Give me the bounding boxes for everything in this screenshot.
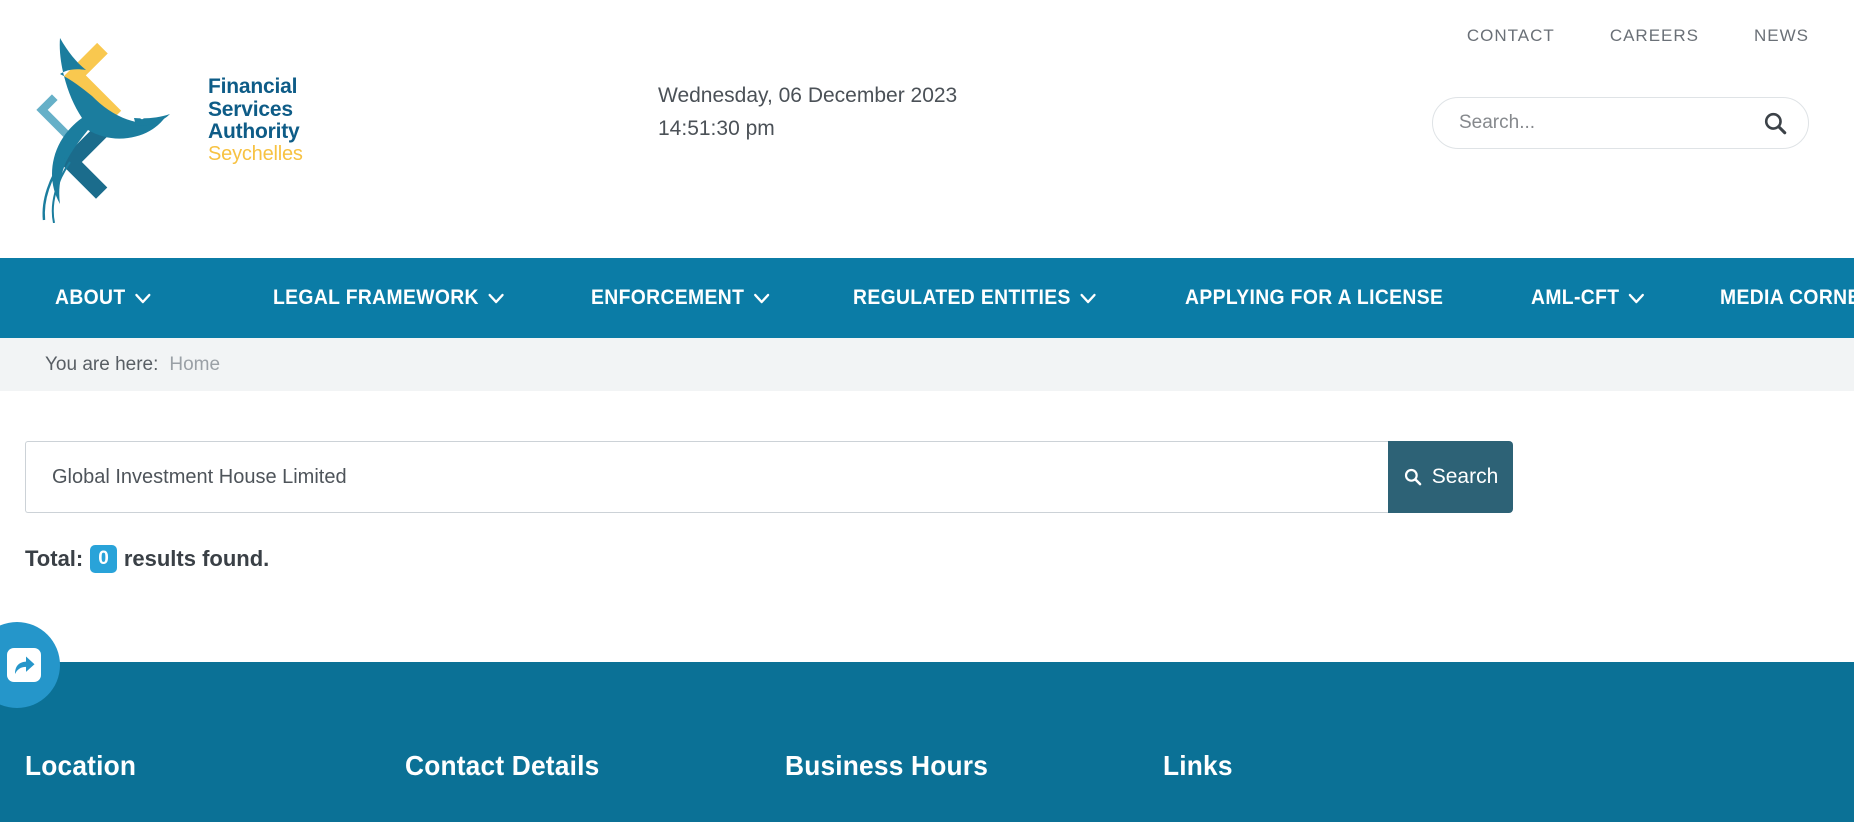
top-link-news[interactable]: NEWS [1754,26,1809,46]
nav-item-label: AML-CFT [1531,286,1620,309]
nav-item-label: LEGAL FRAMEWORK [272,286,479,309]
search-button-label: Search [1431,465,1499,488]
nav-item-label: ENFORCEMENT [591,286,745,309]
main-navigation: ABOUT LEGAL FRAMEWORK ENFORCEMENT REGULA… [0,258,1854,338]
results-count-badge: 0 [90,545,117,573]
breadcrumb-item-home[interactable]: Home [169,354,220,376]
chevron-down-icon [1080,293,1096,303]
nav-item-label: APPLYING FOR A LICENSE [1184,286,1443,309]
logo-wordmark: Financial Services Authority Seychelles [208,75,303,166]
site-logo[interactable]: Financial Services Authority Seychelles [30,18,320,228]
current-date: Wednesday, 06 December 2023 [658,84,958,107]
nav-item-label: MEDIA CORNER [1720,286,1854,309]
site-footer: Location Contact Details Business Hours … [0,622,1854,822]
breadcrumb: You are here: Home [0,338,1854,391]
search-button[interactable]: Search [1388,441,1513,513]
nav-item-legal-framework[interactable]: LEGAL FRAMEWORK [273,286,504,310]
main-content: Search Total: 0 results found. [0,391,1854,662]
current-datetime: Wednesday, 06 December 2023 14:51:30 pm [658,80,957,145]
search-form: Search [25,441,1513,513]
results-prefix: Total: [25,545,84,571]
breadcrumb-label: You are here: [45,353,159,375]
footer-heading-contact-details: Contact Details [405,750,600,781]
footer-columns: Location Contact Details Business Hours … [0,750,1854,782]
footer-heading-business-hours: Business Hours [785,750,989,781]
chevron-down-icon [1629,293,1645,303]
nav-item-regulated-entities[interactable]: REGULATED ENTITIES [853,286,1096,310]
bird-diamond-logo-icon [36,38,170,223]
header-search-box[interactable] [1432,97,1809,149]
top-link-contact[interactable]: CONTACT [1467,26,1555,46]
results-suffix: results found. [123,545,270,571]
footer-column-location: Location [25,750,405,782]
chevron-down-icon [135,293,151,303]
search-input[interactable] [52,465,1362,489]
footer-column-business-hours: Business Hours [785,750,1163,782]
current-time: 14:51:30 pm [658,116,775,140]
nav-item-applying-for-a-license[interactable]: APPLYING FOR A LICENSE [1185,286,1443,310]
logo-line-2: Services [208,97,293,121]
site-header: Financial Services Authority Seychelles … [0,0,1854,258]
logo-line-1: Financial [208,75,298,98]
footer-column-links: Links [1163,750,1543,782]
nav-item-label: ABOUT [55,286,126,309]
nav-item-about[interactable]: ABOUT [55,286,151,310]
nav-item-aml-cft[interactable]: AML-CFT [1531,286,1645,310]
search-icon [1404,468,1422,486]
chevron-down-icon [754,293,770,303]
top-link-careers[interactable]: CAREERS [1610,26,1699,46]
search-input-wrapper[interactable] [25,441,1388,513]
utility-nav: CONTACT CAREERS NEWS [1467,26,1809,46]
nav-item-media-corner[interactable]: MEDIA CORNER [1720,286,1854,310]
footer-column-contact-details: Contact Details [405,750,785,782]
nav-item-enforcement[interactable]: ENFORCEMENT [591,286,770,310]
logo-line-3: Authority [208,120,300,144]
share-arrow-icon [7,648,41,682]
footer-heading-location: Location [25,750,137,781]
header-search-input[interactable] [1459,112,1762,134]
chevron-down-icon [488,293,504,303]
nav-item-label: REGULATED ENTITIES [853,286,1071,309]
footer-heading-links: Links [1163,750,1233,781]
logo-line-4: Seychelles [208,143,303,166]
results-summary: Total: 0 results found. [25,545,1829,573]
search-icon[interactable] [1762,110,1788,136]
